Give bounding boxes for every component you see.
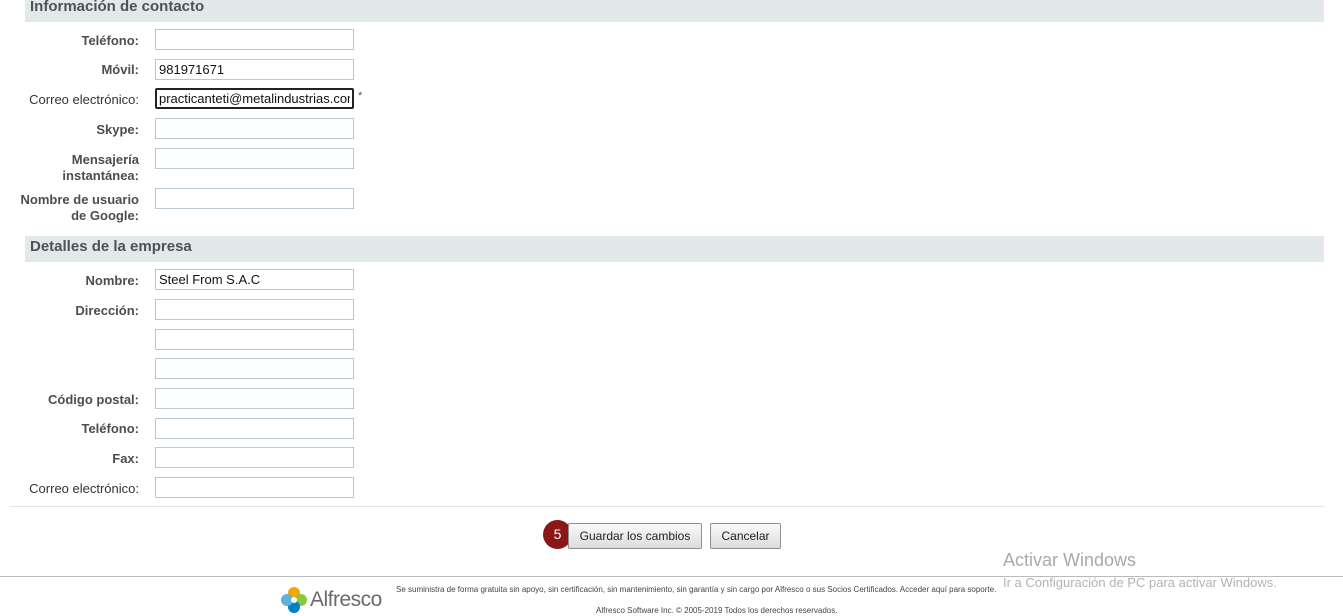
form-divider xyxy=(10,506,1324,507)
footer-divider xyxy=(0,576,1343,577)
fax-label: Fax: xyxy=(112,451,139,466)
address-line1-field[interactable] xyxy=(155,299,354,320)
postal-code-field[interactable] xyxy=(155,388,354,409)
instant-messaging-label: Mensajería instantánea: xyxy=(62,152,139,184)
alfresco-logo-icon xyxy=(281,587,307,613)
company-email-label: Correo electrónico: xyxy=(29,481,139,496)
address-line2-field[interactable] xyxy=(155,329,354,350)
email-field[interactable] xyxy=(155,88,354,109)
instant-messaging-label-line2: instantánea: xyxy=(62,168,139,183)
cancel-button[interactable]: Cancelar xyxy=(710,523,781,549)
footer-copyright: Alfresco Software Inc. © 2005-2019 Todos… xyxy=(596,606,838,615)
address-line3-field[interactable] xyxy=(155,358,354,379)
fax-field[interactable] xyxy=(155,447,354,468)
company-section-header: Detalles de la empresa xyxy=(25,236,1324,262)
postal-code-label: Código postal: xyxy=(48,392,139,407)
email-label: Correo electrónico: xyxy=(29,92,139,107)
phone-field[interactable] xyxy=(155,29,354,50)
instant-messaging-field[interactable] xyxy=(155,148,354,169)
contact-section-header: Información de contacto xyxy=(25,0,1324,22)
company-email-field[interactable] xyxy=(155,477,354,498)
footer-support-text: Se suministra de forma gratuita sin apoy… xyxy=(396,585,997,594)
skype-field[interactable] xyxy=(155,118,354,139)
google-username-label-line1: Nombre de usuario xyxy=(20,192,139,207)
mobile-label: Móvil: xyxy=(101,62,139,77)
address-label: Dirección: xyxy=(75,303,139,318)
required-mark: * xyxy=(358,90,363,102)
phone-label: Teléfono: xyxy=(81,33,139,48)
google-username-label-line2: de Google: xyxy=(71,208,139,223)
windows-activation-subtitle: Ir a Configuración de PC para activar Wi… xyxy=(1003,575,1277,590)
google-username-label: Nombre de usuario de Google: xyxy=(21,192,139,224)
skype-label: Skype: xyxy=(96,122,139,137)
windows-activation-title: Activar Windows xyxy=(1003,550,1137,570)
instant-messaging-label-line1: Mensajería xyxy=(71,152,139,167)
save-changes-button[interactable]: Guardar los cambios xyxy=(568,523,702,549)
google-username-field[interactable] xyxy=(155,188,354,209)
company-phone-field[interactable] xyxy=(155,418,354,439)
company-phone-label: Teléfono: xyxy=(81,421,139,436)
mobile-field[interactable] xyxy=(155,59,354,80)
alfresco-logo-text: Alfresco xyxy=(310,588,382,611)
company-name-field[interactable] xyxy=(155,269,354,290)
company-name-label: Nombre: xyxy=(85,273,139,288)
